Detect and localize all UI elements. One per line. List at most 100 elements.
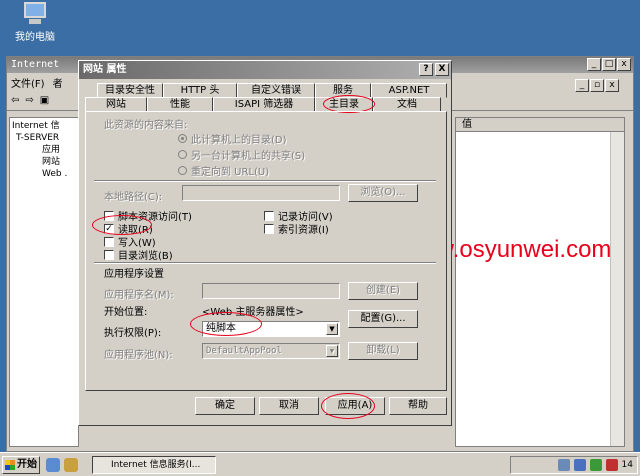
close-icon[interactable]: X <box>435 63 449 76</box>
taskbar: 开始 Internet 信息服务(I... 14 <box>0 452 640 476</box>
tab-http-headers[interactable]: HTTP 头 <box>163 83 237 98</box>
divider <box>94 262 436 264</box>
chevron-down-icon[interactable]: ▼ <box>326 323 338 335</box>
system-tray: 14 <box>510 456 638 474</box>
tab-documents[interactable]: 文档 <box>373 97 441 112</box>
folder-icon[interactable] <box>64 458 78 472</box>
tree-item-root[interactable]: Internet 信 <box>12 120 76 132</box>
local-path-label: 本地路径(C): <box>104 192 163 203</box>
desktop-icon-label: 我的电脑 <box>15 32 55 43</box>
exec-perm-label: 执行权限(P): <box>104 328 162 339</box>
start-pos-label: 开始位置: <box>104 307 148 318</box>
tab-directory-security[interactable]: 目录安全性 <box>97 83 163 98</box>
tab-isapi-filters[interactable]: ISAPI 筛选器 <box>213 97 315 112</box>
task-label: Internet 信息服务(I... <box>111 460 201 470</box>
radio-icon <box>178 150 187 159</box>
unload-button[interactable]: 卸载(L) <box>348 342 418 360</box>
app-settings-label: 应用程序设置 <box>104 269 164 280</box>
create-button[interactable]: 创建(E) <box>348 282 418 300</box>
tray-app-icon[interactable] <box>589 459 602 471</box>
desktop-icon-my-computer[interactable]: 我的电脑 <box>8 2 62 43</box>
close-icon[interactable]: x <box>605 79 619 92</box>
radio-redirect-url[interactable]: 重定向到 URL(U) <box>178 163 269 178</box>
exec-perm-value: 纯脚本 <box>206 323 236 334</box>
iis-child-controls: _ ▫ x <box>575 79 619 92</box>
iis-tree-pane: Internet 信 T-SERVER 应用 网站 Web . <box>9 117 79 447</box>
desktop: 我的电脑 Internet _ □ x _ ▫ x 文件(F) 者 ⇦ ⇨ ▣ … <box>0 0 640 476</box>
forward-arrow-icon[interactable]: ⇨ <box>25 95 33 106</box>
radio-icon <box>178 134 187 143</box>
tree-item-app[interactable]: 应用 <box>12 144 76 156</box>
restore-icon[interactable]: ▫ <box>590 79 604 92</box>
tab-service[interactable]: 服务 <box>315 83 371 98</box>
exec-perm-select[interactable]: 纯脚本 ▼ <box>202 321 340 337</box>
ok-button[interactable]: 确定 <box>195 397 255 415</box>
apply-button[interactable]: 应用(A) <box>325 397 385 415</box>
chevron-down-icon[interactable]: ▼ <box>326 345 338 357</box>
checkbox-icon <box>264 223 274 234</box>
tab-custom-errors[interactable]: 自定义错误 <box>237 83 315 98</box>
tree-item-web[interactable]: Web . <box>12 168 76 180</box>
check-label: 目录浏览(B) <box>118 251 173 262</box>
iis-list-pane: 值 <box>455 117 625 447</box>
home-directory-panel: 此资源的内容来自: 此计算机上的目录(D) 另一台计算机上的共享(S) 重定向到… <box>85 111 447 391</box>
tray-security-icon[interactable] <box>605 459 618 471</box>
tree-item-sites[interactable]: 网站 <box>12 156 76 168</box>
app-name-label: 应用程序名(M): <box>104 290 174 301</box>
back-arrow-icon[interactable]: ⇦ <box>11 95 19 106</box>
app-name-field[interactable] <box>202 283 340 299</box>
check-dir-browse[interactable]: 目录浏览(B) <box>104 247 173 262</box>
maximize-icon[interactable]: □ <box>602 58 616 71</box>
close-icon[interactable]: x <box>617 58 631 71</box>
radio-label: 重定向到 URL(U) <box>191 167 270 178</box>
menu-other[interactable]: 者 <box>53 75 63 90</box>
tree-item-server[interactable]: T-SERVER <box>12 132 76 144</box>
dialog-title-bar: 网站 属性 ? X <box>79 61 451 79</box>
start-button[interactable]: 开始 <box>2 456 40 474</box>
radio-label: 另一台计算机上的共享(S) <box>191 151 306 162</box>
ie-icon[interactable] <box>46 458 60 472</box>
checkbox-icon <box>104 210 114 221</box>
up-folder-icon[interactable]: ▣ <box>40 95 49 106</box>
radio-local-dir[interactable]: 此计算机上的目录(D) <box>178 131 287 146</box>
configure-button[interactable]: 配置(G)... <box>348 310 418 328</box>
app-pool-select[interactable]: DefaultAppPool ▼ <box>202 343 340 359</box>
network-icon[interactable] <box>557 459 570 471</box>
clock: 14 <box>621 460 633 470</box>
check-index-resource[interactable]: 索引资源(I) <box>264 221 329 236</box>
tab-home-directory[interactable]: 主目录 <box>315 97 373 112</box>
tab-row-back: 目录安全性 HTTP 头 自定义错误 服务 ASP.NET <box>97 83 447 98</box>
checkbox-icon <box>264 210 274 221</box>
tab-performance[interactable]: 性能 <box>147 97 213 112</box>
dialog-title: 网站 属性 <box>83 64 127 75</box>
app-pool-value: DefaultAppPool <box>206 346 282 356</box>
minimize-icon[interactable]: _ <box>575 79 589 92</box>
source-label: 此资源的内容来自: <box>104 120 188 131</box>
list-scrollbar[interactable] <box>610 132 624 446</box>
radio-icon <box>178 166 187 175</box>
menu-file[interactable]: 文件(F) <box>11 75 45 90</box>
list-header[interactable]: 值 <box>456 118 624 132</box>
help-icon[interactable]: ? <box>419 63 433 76</box>
checkbox-checked-icon: ✓ <box>104 223 114 234</box>
taskbar-item-iis[interactable]: Internet 信息服务(I... <box>92 456 216 474</box>
checkbox-icon <box>104 236 114 247</box>
cancel-button[interactable]: 取消 <box>259 397 319 415</box>
checkbox-icon <box>104 249 114 260</box>
local-path-field[interactable] <box>182 185 340 201</box>
app-pool-label: 应用程序池(N): <box>104 350 173 361</box>
help-button[interactable]: 帮助 <box>389 397 447 415</box>
check-label: 索引资源(I) <box>278 225 329 236</box>
computer-icon <box>21 2 49 26</box>
help-icon[interactable] <box>573 459 586 471</box>
start-pos-value: <Web 主服务器属性> <box>202 307 304 318</box>
browse-button[interactable]: 浏览(O)... <box>348 184 418 202</box>
tab-aspnet[interactable]: ASP.NET <box>371 83 447 98</box>
radio-network-share[interactable]: 另一台计算机上的共享(S) <box>178 147 305 162</box>
tab-website[interactable]: 网站 <box>85 97 147 112</box>
divider <box>94 180 436 182</box>
iis-window-controls: _ □ x <box>587 58 631 71</box>
tab-row-front: 网站 性能 ISAPI 筛选器 主目录 文档 <box>85 97 441 112</box>
minimize-icon[interactable]: _ <box>587 58 601 71</box>
radio-label: 此计算机上的目录(D) <box>191 135 287 146</box>
